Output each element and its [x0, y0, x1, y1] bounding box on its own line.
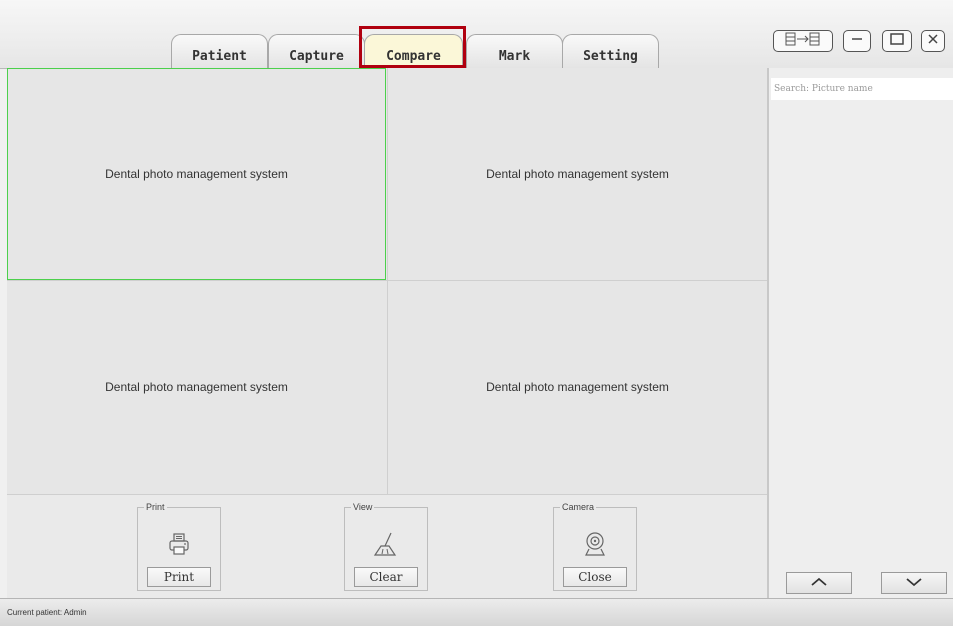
webcam-icon: [576, 528, 614, 560]
tab-setting[interactable]: Setting: [562, 34, 659, 68]
broom-icon: [367, 528, 405, 560]
compare-cell-2[interactable]: Dental photo management system: [388, 68, 767, 280]
view-group: View Clear: [344, 501, 428, 591]
cell-caption: Dental photo management system: [105, 167, 288, 181]
status-bar: Current patient: Admin: [0, 598, 953, 626]
print-group: Print Print: [137, 501, 221, 591]
header-bar: Patient Capture Compare Mark Setting: [0, 0, 953, 69]
compare-cell-4[interactable]: Dental photo management system: [388, 281, 767, 493]
current-patient-label: Current patient: Admin: [7, 608, 87, 617]
scroll-up-button[interactable]: [786, 572, 852, 594]
print-group-legend: Print: [144, 501, 167, 513]
close-icon: [926, 32, 940, 51]
close-window-button[interactable]: [921, 30, 945, 52]
app-window: Patient Capture Compare Mark Setting Den…: [0, 0, 953, 626]
camera-group-legend: Camera: [560, 501, 597, 513]
layout-toggle-button[interactable]: [773, 30, 833, 52]
picture-list-panel: [767, 68, 953, 598]
maximize-icon: [888, 31, 906, 52]
grid-divider-horizontal: [7, 280, 767, 281]
printer-icon: [160, 528, 198, 560]
compare-cell-1[interactable]: Dental photo management system: [7, 68, 386, 280]
search-input[interactable]: [771, 78, 953, 100]
close-camera-button[interactable]: Close: [563, 567, 627, 587]
cell-caption: Dental photo management system: [105, 380, 288, 394]
compare-grid: Dental photo management system Dental ph…: [7, 68, 767, 494]
clear-button[interactable]: Clear: [354, 567, 418, 587]
tab-patient[interactable]: Patient: [171, 34, 268, 68]
view-group-legend: View: [351, 501, 375, 513]
chevron-up-icon: [810, 574, 828, 592]
print-button[interactable]: Print: [147, 567, 211, 587]
camera-group: Camera Close: [553, 501, 637, 591]
tab-compare[interactable]: Compare: [364, 34, 463, 68]
maximize-button[interactable]: [882, 30, 912, 52]
grid-divider-vertical: [387, 68, 388, 494]
compare-cell-3[interactable]: Dental photo management system: [7, 281, 386, 493]
chevron-down-icon: [905, 574, 923, 592]
tab-mark[interactable]: Mark: [466, 34, 563, 68]
bottom-toolbar: Print Print View Clear Camera Close: [7, 494, 767, 599]
panel-arrow-icon: [780, 31, 826, 52]
cell-caption: Dental photo management system: [486, 167, 669, 181]
minimize-button[interactable]: [843, 30, 871, 52]
minimize-icon: [849, 31, 865, 52]
tab-capture[interactable]: Capture: [268, 34, 365, 68]
scroll-down-button[interactable]: [881, 572, 947, 594]
cell-caption: Dental photo management system: [486, 380, 669, 394]
